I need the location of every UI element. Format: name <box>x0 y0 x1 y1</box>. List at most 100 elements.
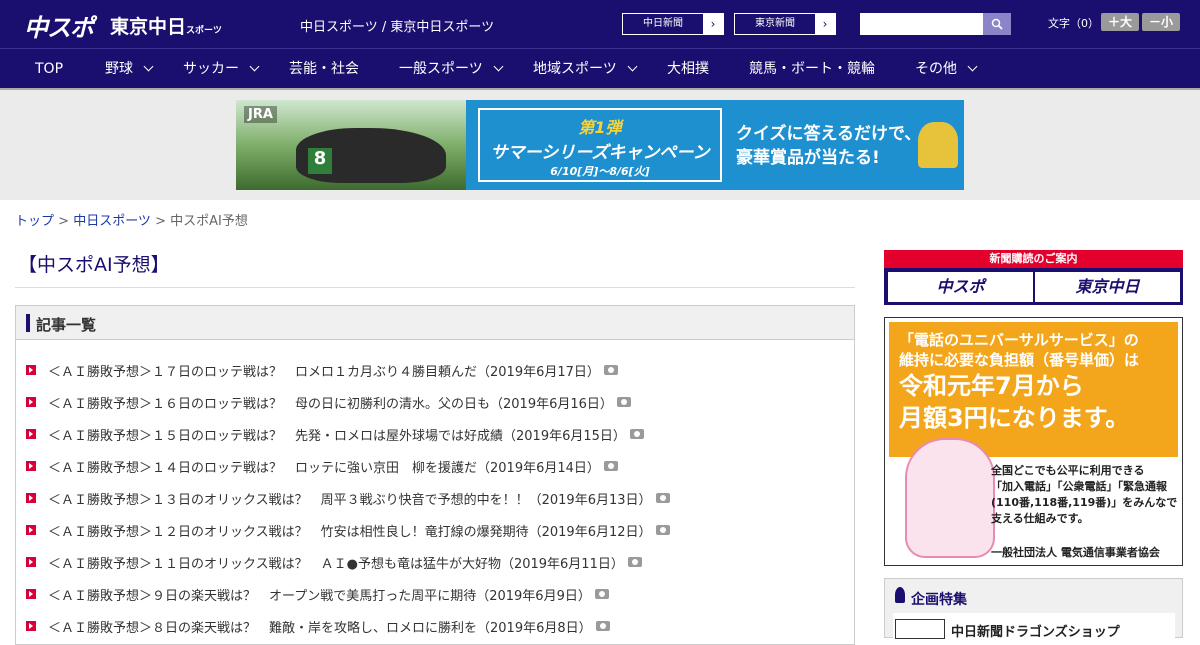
nav-item-other[interactable]: その他 <box>915 49 978 89</box>
play-bullet-icon <box>26 493 36 503</box>
list-item[interactable]: ＜ＡＩ勝敗予想＞１５日のロッテ戦は？ 先発・ロメロは屋外球場では好成績（2019… <box>26 418 670 450</box>
nav-item-top[interactable]: TOP <box>35 49 63 89</box>
jra-campaign-banner[interactable]: JRA 8 第1弾 サマーシリーズキャンペーン 6/10[月]～8/6[火] ク… <box>236 100 964 190</box>
nav-item-label: 芸能・社会 <box>289 61 359 77</box>
camera-icon <box>655 525 670 535</box>
breadcrumb-separator: > <box>54 214 74 229</box>
article-link[interactable]: ＜ＡＩ勝敗予想＞１１日のオリックス戦は？ ＡＩ●予想も竜は猛牛が大好物（2019… <box>48 553 624 572</box>
font-size-label: 文字（0） <box>1048 17 1099 30</box>
article-link[interactable]: ＜ＡＩ勝敗予想＞１７日のロッテ戦は？ ロメロ１カ月ぶり４勝目頼んだ（2019年6… <box>48 361 600 380</box>
subscribe-tokyo-button[interactable]: 東京中日 <box>1035 272 1180 302</box>
tokyo-shinbun-button[interactable]: 東京新聞 › <box>734 13 836 35</box>
font-larger-button[interactable]: ＋大 <box>1101 13 1139 31</box>
list-item[interactable]: ＜ＡＩ勝敗予想＞８日の楽天戦は？ 難敵・岸を攻略し、ロメロに勝利を（2019年6… <box>26 610 670 642</box>
nav-item-soccer[interactable]: サッカー <box>183 49 260 89</box>
nav-item-label: 大相撲 <box>667 61 709 77</box>
nav-item-label: 競馬・ボート・競輪 <box>749 61 875 77</box>
campaign-title: サマーシリーズキャンペーン <box>490 143 710 163</box>
rabbit-mascot-icon <box>905 438 995 558</box>
chevron-down-icon <box>493 61 504 72</box>
list-item[interactable]: ＜ＡＩ勝敗予想＞１３日のオリックス戦は？ 周平３戦ぶり快音で予想的中を！！（20… <box>26 482 670 514</box>
ribbon-icon <box>895 587 905 603</box>
camera-icon <box>655 493 670 503</box>
chevron-right-icon: › <box>703 14 723 34</box>
tokyo-logo-small: スポーツ <box>186 26 222 36</box>
campaign-dates: 6/10[月]～8/6[火] <box>550 165 650 178</box>
site-links[interactable]: 中日スポーツ / 東京中日スポーツ <box>300 16 494 35</box>
nav-item-general-sports[interactable]: 一般スポーツ <box>399 49 504 89</box>
article-rows: ＜ＡＩ勝敗予想＞１７日のロッテ戦は？ ロメロ１カ月ぶり４勝目頼んだ（2019年6… <box>26 354 670 642</box>
campaign-copy: クイズに答えるだけで、 豪華賞品が当たる! <box>736 122 921 170</box>
feature-item-title: 中日新聞ドラゴンズショップ <box>951 625 1120 640</box>
breadcrumb-chunichi-link[interactable]: 中日スポーツ <box>73 214 151 229</box>
camera-icon <box>603 365 618 375</box>
play-bullet-icon <box>26 589 36 599</box>
ad-body-line4: 支える仕組みです。 <box>991 512 1089 525</box>
list-item[interactable]: ＜ＡＩ勝敗予想＞９日の楽天戦は？ オープン戦で美馬打った周平に期待（2019年6… <box>26 578 670 610</box>
jra-logo: JRA <box>244 106 277 123</box>
list-item[interactable]: ＜ＡＩ勝敗予想＞１１日のオリックス戦は？ ＡＩ●予想も竜は猛牛が大好物（2019… <box>26 546 670 578</box>
ad-line4: 月額3円になります。 <box>899 404 1130 432</box>
ad-body-line1: 全国どこでも公平に利用できる <box>991 464 1145 477</box>
article-link[interactable]: ＜ＡＩ勝敗予想＞１６日のロッテ戦は？ 母の日に初勝利の清水。父の日も（2019年… <box>48 393 613 412</box>
saddle-number: 8 <box>308 148 332 174</box>
nav-item-label: サッカー <box>183 61 239 77</box>
nav-item-label: 一般スポーツ <box>399 61 483 77</box>
search-input[interactable] <box>860 13 983 35</box>
list-item[interactable]: ＜ＡＩ勝敗予想＞１４日のロッテ戦は？ ロッテに強い京田 柳を援護だ（2019年6… <box>26 450 670 482</box>
feature-item[interactable]: 中日新聞ドラゴンズショップ <box>893 613 1175 640</box>
article-list: 記事一覧 ＜ＡＩ勝敗予想＞１７日のロッテ戦は？ ロメロ１カ月ぶり４勝目頼んだ（2… <box>15 305 855 645</box>
subscribe-chuspo-button[interactable]: 中スポ <box>888 272 1033 302</box>
nav-item-label: 野球 <box>105 61 133 77</box>
tokyo-chunichi-logo[interactable]: 東京中日スポーツ <box>110 12 222 39</box>
article-list-heading: 記事一覧 <box>36 316 97 334</box>
nav-item-entertainment[interactable]: 芸能・社会 <box>289 49 359 89</box>
subscription-heading: 新聞購読のご案内 <box>884 250 1183 268</box>
ad-body-line3: (110番,118番,119番)」をみんなで <box>991 496 1178 509</box>
chuspo-logo[interactable]: 中スポ <box>24 8 94 43</box>
font-smaller-button[interactable]: －小 <box>1142 13 1180 31</box>
article-link[interactable]: ＜ＡＩ勝敗予想＞１３日のオリックス戦は？ 周平３戦ぶり快音で予想的中を！！（20… <box>48 489 652 508</box>
feature-heading: 企画特集 <box>911 592 967 608</box>
camera-icon <box>627 557 642 567</box>
camera-icon <box>603 461 618 471</box>
horse-racing-photo: JRA 8 <box>236 100 466 190</box>
ad-line3: 令和元年7月から <box>899 372 1084 400</box>
ad-line1: 「電話のユニバーサルサービス」の <box>899 331 1139 349</box>
nav-item-sumo[interactable]: 大相撲 <box>667 49 709 89</box>
article-link[interactable]: ＜ＡＩ勝敗予想＞１５日のロッテ戦は？ 先発・ロメロは屋外球場では好成績（2019… <box>48 425 626 444</box>
play-bullet-icon <box>26 557 36 567</box>
page-title: 【中スポAI予想】 <box>18 254 170 276</box>
top-header-bar: 中スポ 東京中日スポーツ 中日スポーツ / 東京中日スポーツ 中日新聞 › 東京… <box>0 0 1200 48</box>
chevron-down-icon <box>249 61 260 72</box>
play-bullet-icon <box>26 365 36 375</box>
camera-icon <box>594 589 609 599</box>
nav-item-baseball[interactable]: 野球 <box>105 49 154 89</box>
breadcrumb-top-link[interactable]: トップ <box>15 214 54 229</box>
title-divider <box>15 287 855 288</box>
ad-body: 全国どこでも公平に利用できる 「加入電話」「公衆電話」「緊急通報 (110番,1… <box>991 463 1177 527</box>
search-button[interactable] <box>983 13 1011 35</box>
camera-icon <box>629 429 644 439</box>
nav-item-local-sports[interactable]: 地域スポーツ <box>533 49 638 89</box>
feature-section: 企画特集 中日新聞ドラゴンズショップ <box>884 578 1183 640</box>
play-bullet-icon <box>26 461 36 471</box>
nav-item-racing[interactable]: 競馬・ボート・競輪 <box>749 49 875 89</box>
article-link[interactable]: ＜ＡＩ勝敗予想＞１２日のオリックス戦は？ 竹安は相性良し！竜打線の爆発期待（20… <box>48 521 652 540</box>
article-link[interactable]: ＜ＡＩ勝敗予想＞１４日のロッテ戦は？ ロッテに強い京田 柳を援護だ（2019年6… <box>48 457 600 476</box>
chunichi-shinbun-button[interactable]: 中日新聞 › <box>622 13 724 35</box>
universal-service-ad[interactable]: 「電話のユニバーサルサービス」の 維持に必要な負担額（番号単価）は 令和元年7月… <box>884 317 1183 566</box>
ad-orange-panel: 「電話のユニバーサルサービス」の 維持に必要な負担額（番号単価）は 令和元年7月… <box>889 322 1178 457</box>
list-item[interactable]: ＜ＡＩ勝敗予想＞１２日のオリックス戦は？ 竹安は相性良し！竜打線の爆発期待（20… <box>26 514 670 546</box>
ad-body-line2: 「加入電話」「公衆電話」「緊急通報 <box>991 480 1167 493</box>
chevron-down-icon <box>143 61 154 72</box>
nav-item-label: 地域スポーツ <box>533 61 617 77</box>
article-link[interactable]: ＜ＡＩ勝敗予想＞８日の楽天戦は？ 難敵・岸を攻略し、ロメロに勝利を（2019年6… <box>48 617 592 636</box>
article-link[interactable]: ＜ＡＩ勝敗予想＞９日の楽天戦は？ オープン戦で美馬打った周平に期待（2019年6… <box>48 585 591 604</box>
nav-item-label: TOP <box>35 61 64 77</box>
campaign-number: 第1弾 <box>578 118 622 137</box>
play-bullet-icon <box>26 397 36 407</box>
list-item[interactable]: ＜ＡＩ勝敗予想＞１７日のロッテ戦は？ ロメロ１カ月ぶり４勝目頼んだ（2019年6… <box>26 354 670 386</box>
list-item[interactable]: ＜ＡＩ勝敗予想＞１６日のロッテ戦は？ 母の日に初勝利の清水。父の日も（2019年… <box>26 386 670 418</box>
chevron-down-icon <box>967 61 978 72</box>
